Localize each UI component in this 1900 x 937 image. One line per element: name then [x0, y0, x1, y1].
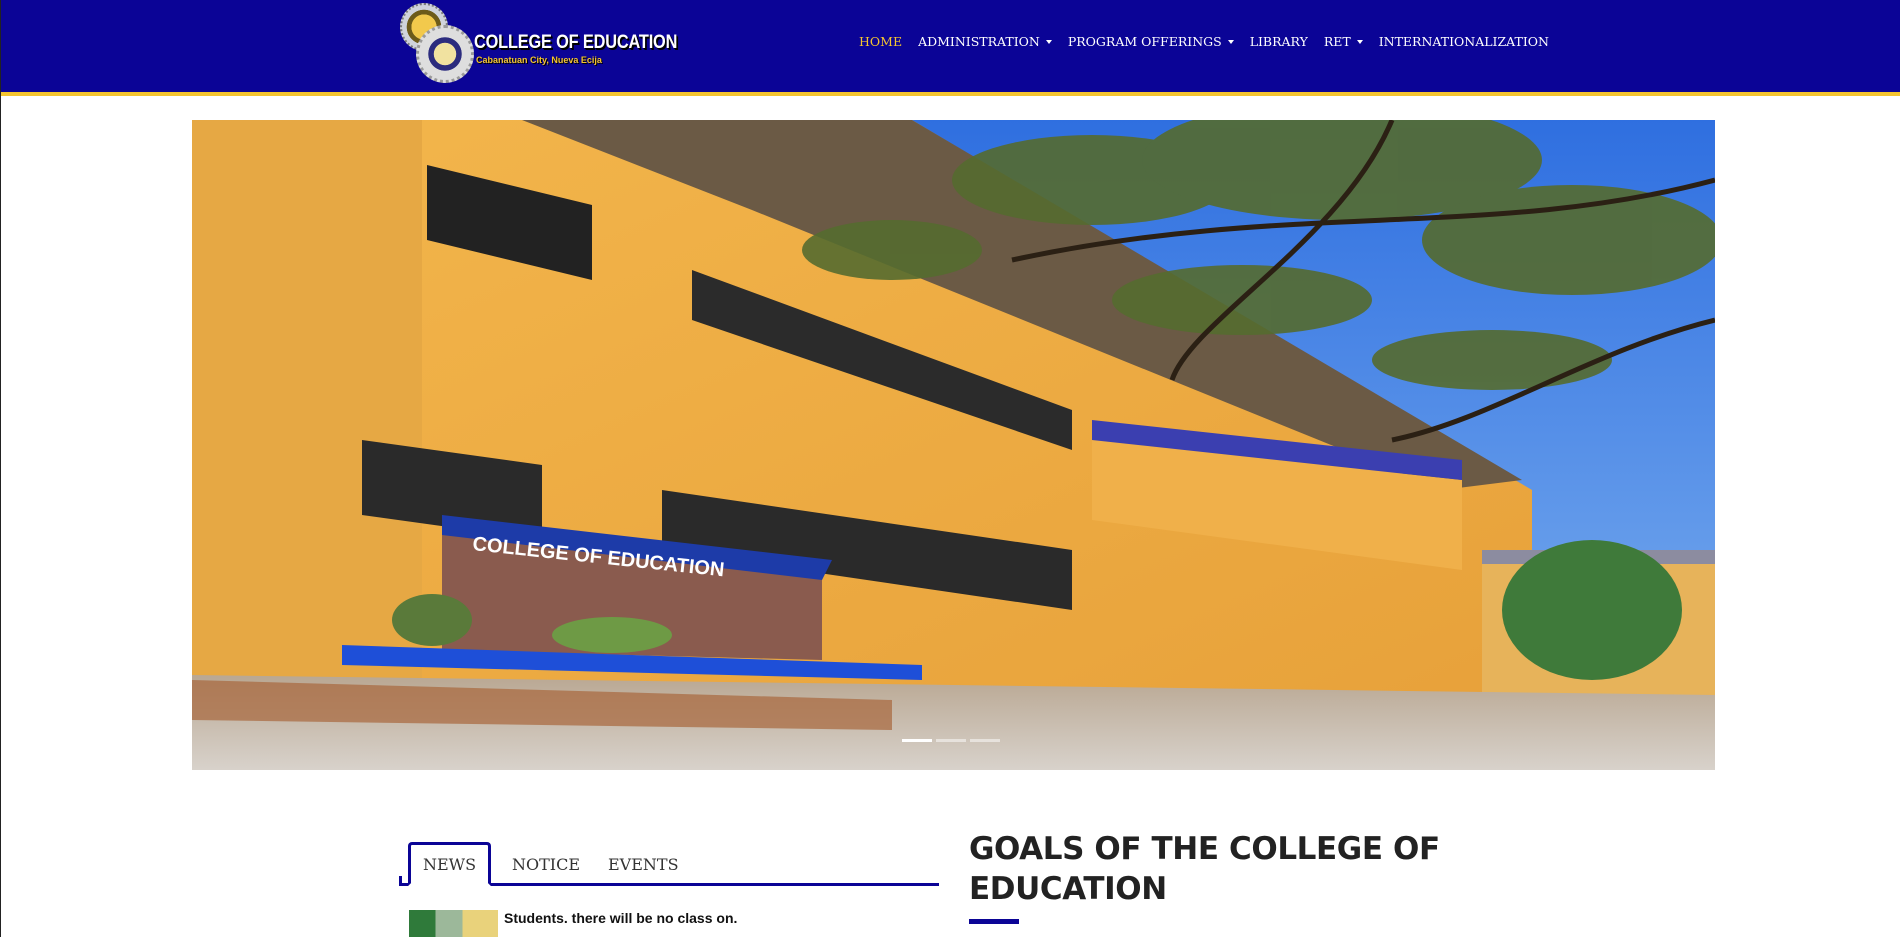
site-logo[interactable]: COLLEGE OF EDUCATION Cabanatuan City, Nu… — [398, 3, 677, 83]
nav-ret-label: RET — [1323, 34, 1351, 49]
news-item-title[interactable]: Students. there will be no class on. — [504, 910, 737, 926]
tab-events-label: EVENTS — [608, 854, 679, 874]
college-seal-icon — [416, 25, 474, 83]
nav-library[interactable]: LIBRARY — [1250, 34, 1308, 49]
tab-notice[interactable]: NOTICE — [500, 842, 592, 886]
caret-down-icon — [1227, 39, 1234, 44]
nav-home-label: HOME — [859, 34, 903, 49]
nav-ret[interactable]: RET — [1324, 34, 1363, 49]
nav-internationalization-label: INTERNATIONALIZATION — [1378, 34, 1549, 49]
nav-administration-label: ADMINISTRATION — [918, 34, 1040, 49]
nav-internationalization[interactable]: INTERNATIONALIZATION — [1379, 34, 1549, 49]
nav-library-label: LIBRARY — [1249, 34, 1308, 49]
main-nav: HOME ADMINISTRATION PROGRAM OFFERINGS LI… — [859, 34, 1565, 49]
nav-home[interactable]: HOME — [859, 34, 902, 49]
caret-down-icon — [1356, 39, 1363, 44]
goals-heading-line1: GOALS OF THE COLLEGE OF — [969, 831, 1440, 867]
logo-title: COLLEGE OF EDUCATION — [474, 32, 678, 53]
news-thumbnail[interactable] — [409, 910, 498, 937]
caret-down-icon — [1045, 39, 1052, 44]
nav-program-offerings-label: PROGRAM OFFERINGS — [1067, 34, 1222, 49]
goals-heading-line2: EDUCATION — [969, 871, 1167, 907]
goals-section: GOALS OF THE COLLEGE OF EDUCATION — [969, 829, 1489, 924]
hero-carousel[interactable]: COLLEGE OF EDUCATION — [192, 120, 1715, 770]
site-header: COLLEGE OF EDUCATION Cabanatuan City, Nu… — [1, 0, 1900, 96]
nav-administration[interactable]: ADMINISTRATION — [918, 34, 1052, 49]
tab-news-label: NEWS — [423, 854, 477, 874]
tab-events[interactable]: EVENTS — [596, 842, 691, 886]
carousel-indicators — [902, 739, 1000, 742]
logo-subtitle: Cabanatuan City, Nueva Ecija — [476, 55, 602, 65]
tab-notice-label: NOTICE — [512, 854, 581, 874]
news-tabs: NEWS NOTICE EVENTS Students. there will … — [399, 840, 939, 937]
carousel-indicator-2[interactable] — [936, 739, 966, 742]
news-item[interactable]: Students. there will be no class on. — [409, 910, 737, 937]
tab-news[interactable]: NEWS — [408, 842, 492, 886]
goals-heading-underline — [969, 919, 1019, 924]
carousel-indicator-3[interactable] — [970, 739, 1000, 742]
nav-program-offerings[interactable]: PROGRAM OFFERINGS — [1068, 34, 1234, 49]
carousel-indicator-1[interactable] — [902, 739, 932, 742]
hero-building-photo: COLLEGE OF EDUCATION — [192, 120, 1715, 770]
goals-heading: GOALS OF THE COLLEGE OF EDUCATION — [969, 829, 1489, 909]
